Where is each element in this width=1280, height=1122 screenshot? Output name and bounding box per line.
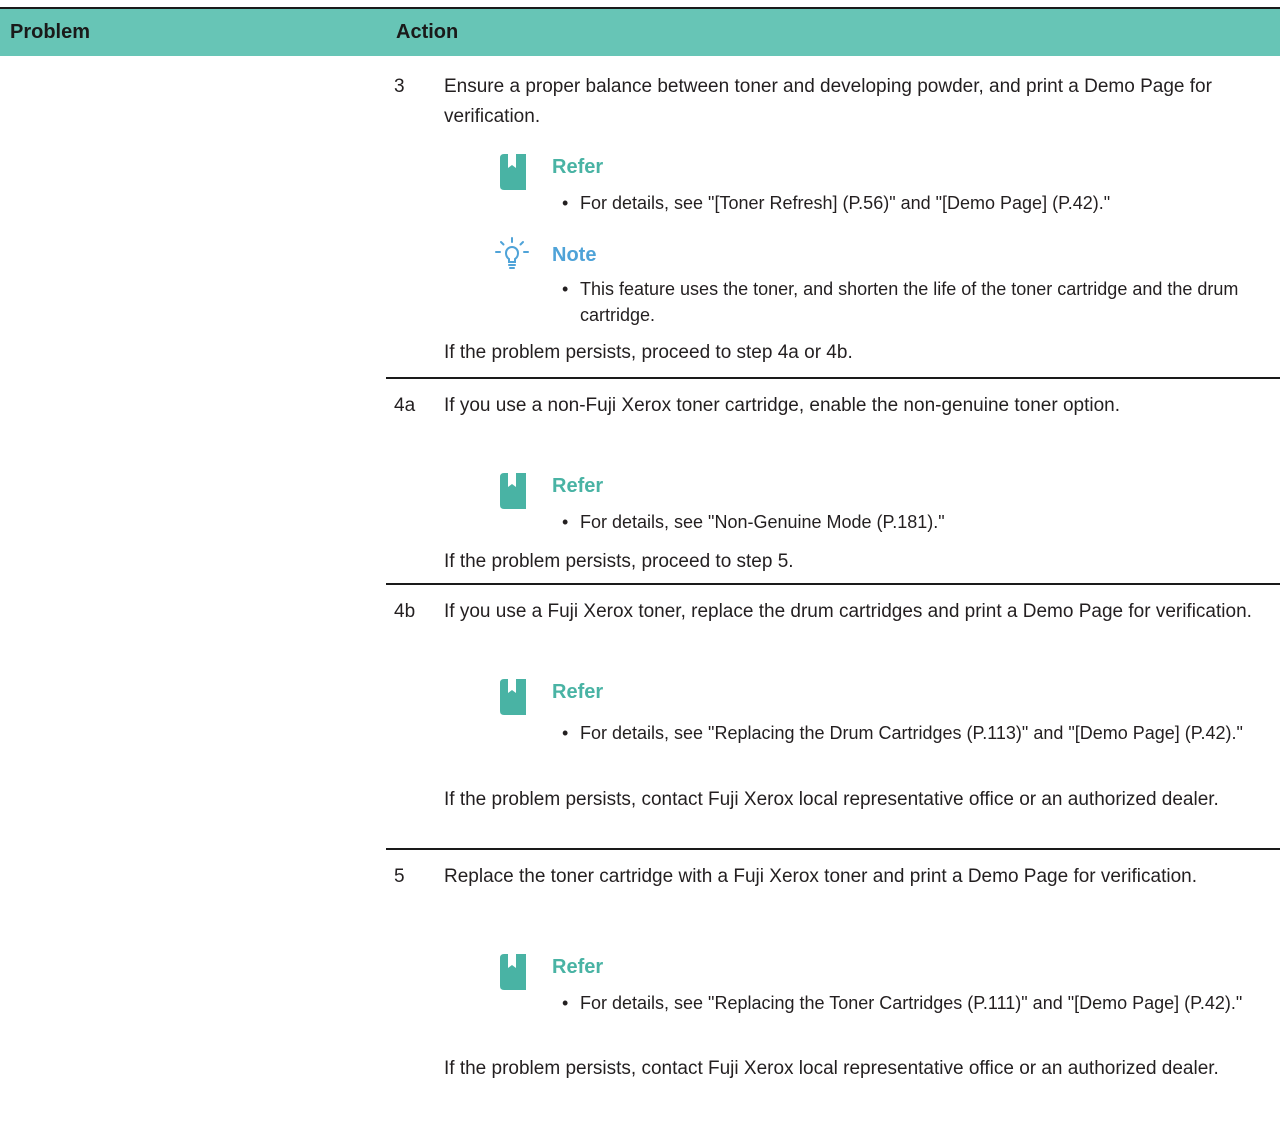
- row-divider: [386, 583, 1280, 585]
- lightbulb-icon: [495, 237, 529, 269]
- refer-item: For details, see "[Toner Refresh] (P.56)…: [562, 190, 1274, 216]
- refer-label: Refer: [552, 956, 604, 978]
- book-icon: [500, 954, 526, 990]
- note-item: This feature uses the toner, and shorten…: [562, 276, 1274, 328]
- step-number: 4b: [394, 601, 416, 622]
- note-label: Note: [552, 244, 597, 266]
- book-icon: [500, 679, 526, 715]
- refer-label: Refer: [552, 156, 604, 178]
- step-number: 5: [394, 866, 405, 887]
- refer-item: For details, see "Non-Genuine Mode (P.18…: [562, 509, 1274, 535]
- book-icon: [500, 154, 526, 190]
- step-text: Replace the toner cartridge with a Fuji …: [444, 866, 1197, 887]
- step-number: 3: [394, 76, 405, 97]
- refer-label: Refer: [552, 681, 604, 703]
- row-divider: [386, 848, 1280, 850]
- step-number: 4a: [394, 395, 416, 416]
- refer-item: For details, see "Replacing the Drum Car…: [562, 720, 1274, 746]
- step-followup: If the problem persists, contact Fuji Xe…: [444, 1058, 1219, 1079]
- step-text: Ensure a proper balance between toner an…: [444, 76, 1212, 127]
- step-followup: If the problem persists, contact Fuji Xe…: [444, 789, 1219, 810]
- action-column-header: Action: [396, 21, 459, 43]
- row-divider: [386, 377, 1280, 379]
- refer-label: Refer: [552, 475, 604, 497]
- step-text: If you use a Fuji Xerox toner, replace t…: [444, 601, 1252, 622]
- table-header: Problem Action: [0, 9, 1280, 56]
- problem-column-header: Problem: [10, 21, 91, 43]
- book-icon: [500, 473, 526, 509]
- refer-item: For details, see "Replacing the Toner Ca…: [562, 990, 1274, 1016]
- step-followup: If the problem persists, proceed to step…: [444, 342, 853, 363]
- step-followup: If the problem persists, proceed to step…: [444, 551, 794, 572]
- step-text: If you use a non-Fuji Xerox toner cartri…: [444, 395, 1120, 416]
